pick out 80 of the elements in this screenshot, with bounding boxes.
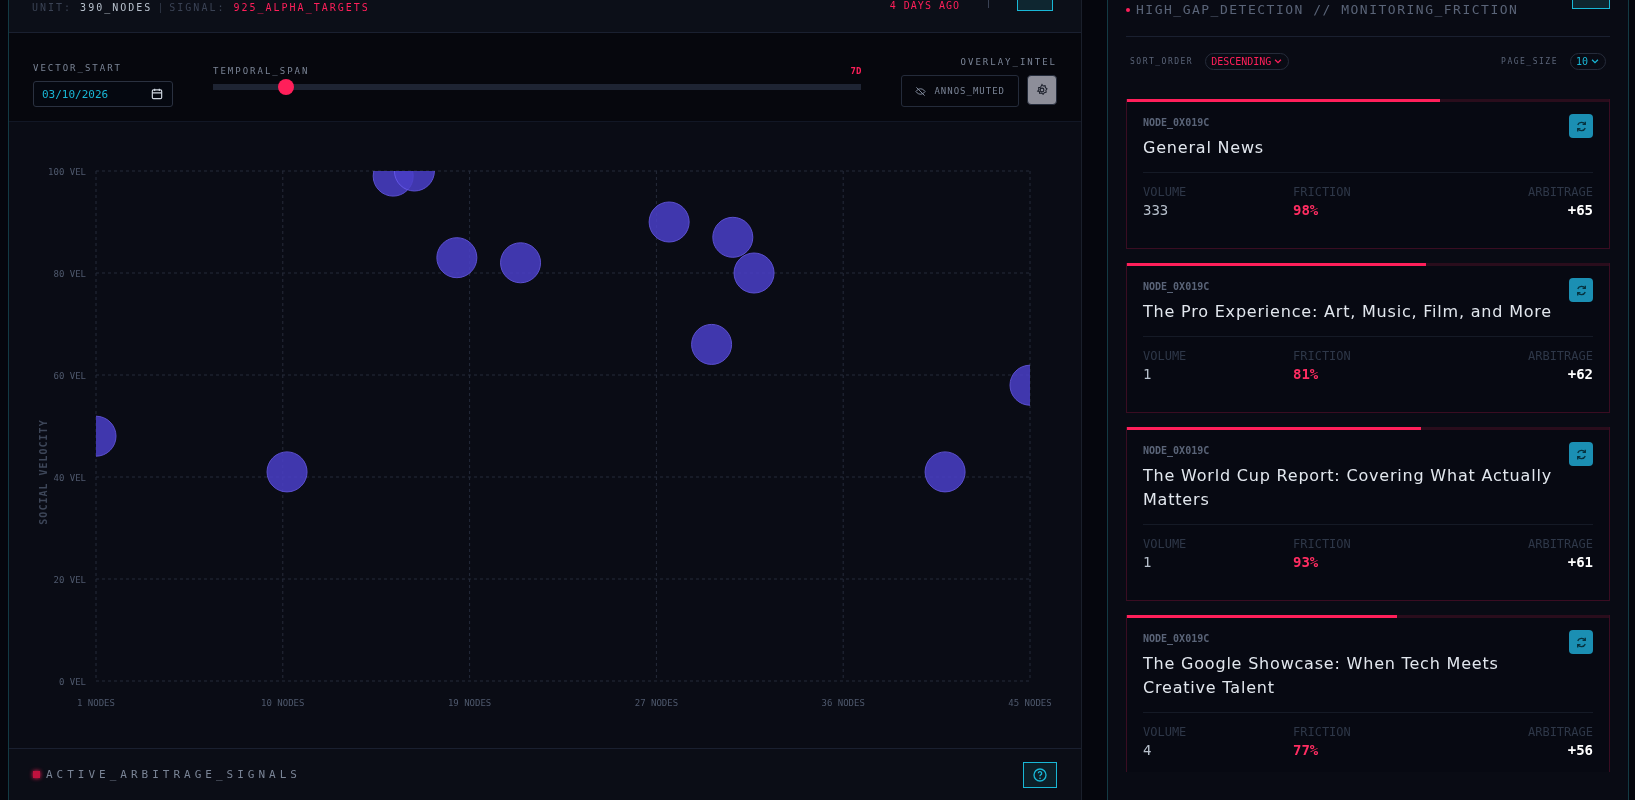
- friction-value: 77%: [1293, 742, 1320, 758]
- corner-button[interactable]: [1572, 0, 1610, 9]
- date-field[interactable]: 03/10/2026: [33, 81, 173, 107]
- card-title: General News: [1143, 137, 1264, 159]
- x-tick-label: 19 NODES: [447, 698, 492, 708]
- card-title: The Pro Experience: Art, Music, Film, and More: [1143, 301, 1553, 323]
- data-bubble: [924, 451, 966, 493]
- data-bubble: [96, 415, 117, 457]
- refresh-icon: [1574, 283, 1588, 297]
- x-tick-label: 27 NODES: [634, 698, 679, 708]
- data-bubble: [648, 201, 690, 243]
- refresh-button[interactable]: [1569, 278, 1593, 302]
- slider-thumb[interactable]: [278, 79, 295, 95]
- y-tick-label: 20 VEL: [53, 575, 86, 585]
- data-bubble: [712, 216, 754, 258]
- sort-label: SORT_ORDER: [1130, 56, 1194, 66]
- friction-value: 98%: [1293, 202, 1320, 218]
- volume-value: 1: [1143, 366, 1153, 382]
- data-bubble: [500, 242, 542, 284]
- card-title: The Google Showcase: When Tech Meets Creative Talent: [1143, 653, 1500, 699]
- data-bubble: [393, 171, 435, 192]
- y-tick-label: 60 VEL: [53, 371, 86, 381]
- x-tick-label: 10 NODES: [261, 698, 305, 708]
- unit-value: 390_NODES: [80, 2, 153, 13]
- arbitrage-value: +61: [1567, 554, 1593, 570]
- node-id: NODE_0X019C: [1143, 117, 1211, 128]
- chevron-down-icon: [1590, 56, 1600, 66]
- data-bubble: [691, 323, 733, 365]
- arbitrage-value: +62: [1567, 366, 1593, 382]
- card-title: The World Cup Report: Covering What Actually Matters: [1143, 465, 1553, 511]
- volume-value: 333: [1143, 202, 1170, 218]
- overlay-label: OVERLAY_INTEL: [960, 57, 1057, 67]
- unit-label: UNIT:: [32, 2, 73, 13]
- help-button[interactable]: [1023, 761, 1057, 788]
- signal-label: SIGNAL:: [169, 2, 226, 13]
- volume-value: 4: [1143, 742, 1153, 758]
- slider-label: TEMPORAL_SPAN: [213, 66, 310, 76]
- status-dot-icon: [1126, 7, 1130, 12]
- section-title: ACTIVE_ARBITRAGE_SIGNALS: [46, 768, 301, 781]
- y-tick-label: 80 VEL: [53, 269, 86, 279]
- friction-value: 93%: [1293, 554, 1320, 570]
- refresh-icon: [1574, 119, 1588, 133]
- refresh-button[interactable]: [1569, 442, 1593, 466]
- updated-time: 4 DAYS AGO: [889, 0, 960, 11]
- corner-button[interactable]: [1017, 0, 1053, 11]
- refresh-button[interactable]: [1569, 114, 1593, 138]
- field-label: VECTOR_START: [33, 63, 124, 73]
- settings-icon: [1035, 83, 1049, 97]
- chevron-down-icon: [1273, 56, 1284, 66]
- data-bubble: [266, 451, 308, 493]
- node-id: NODE_0X019C: [1143, 281, 1211, 292]
- arbitrage-value: +56: [1567, 742, 1593, 758]
- signal-value: 925_ALPHA_TARGETS: [233, 2, 370, 13]
- x-tick-label: 1 NODES: [77, 698, 115, 708]
- eye-off-icon: [915, 85, 927, 97]
- y-tick-label: 40 VEL: [53, 473, 86, 483]
- data-bubble: [733, 252, 775, 294]
- node-id: NODE_0X019C: [1143, 633, 1211, 644]
- settings-button[interactable]: [1027, 75, 1057, 105]
- status-square-icon: [33, 771, 40, 778]
- y-tick-label: 100 VEL: [48, 167, 86, 177]
- x-tick-label: 45 NODES: [1008, 698, 1052, 708]
- friction-value: 81%: [1293, 366, 1320, 382]
- y-tick-label: 0 VEL: [58, 677, 86, 687]
- volume-value: 1: [1143, 554, 1153, 570]
- x-tick-label: 36 NODES: [821, 698, 865, 708]
- page-size-label: PAGE_SIZE: [1501, 56, 1558, 66]
- node-id: NODE_0X019C: [1143, 445, 1211, 456]
- arbitrage-value: +65: [1567, 202, 1593, 218]
- calendar-icon: [150, 87, 164, 101]
- help-icon: [1032, 766, 1048, 783]
- refresh-button[interactable]: [1569, 630, 1593, 654]
- refresh-icon: [1574, 447, 1588, 461]
- slider-reading: 7D: [850, 66, 862, 76]
- panel-title: HIGH_GAP_DETECTION // MONITORING_FRICTION: [1136, 2, 1519, 17]
- annotations-button[interactable]: ANNOS_MUTED: [901, 75, 1019, 107]
- y-axis-label: SOCIAL VELOCITY: [38, 419, 49, 525]
- data-bubble: [436, 237, 478, 279]
- data-bubble: [1009, 364, 1030, 406]
- refresh-icon: [1574, 635, 1588, 649]
